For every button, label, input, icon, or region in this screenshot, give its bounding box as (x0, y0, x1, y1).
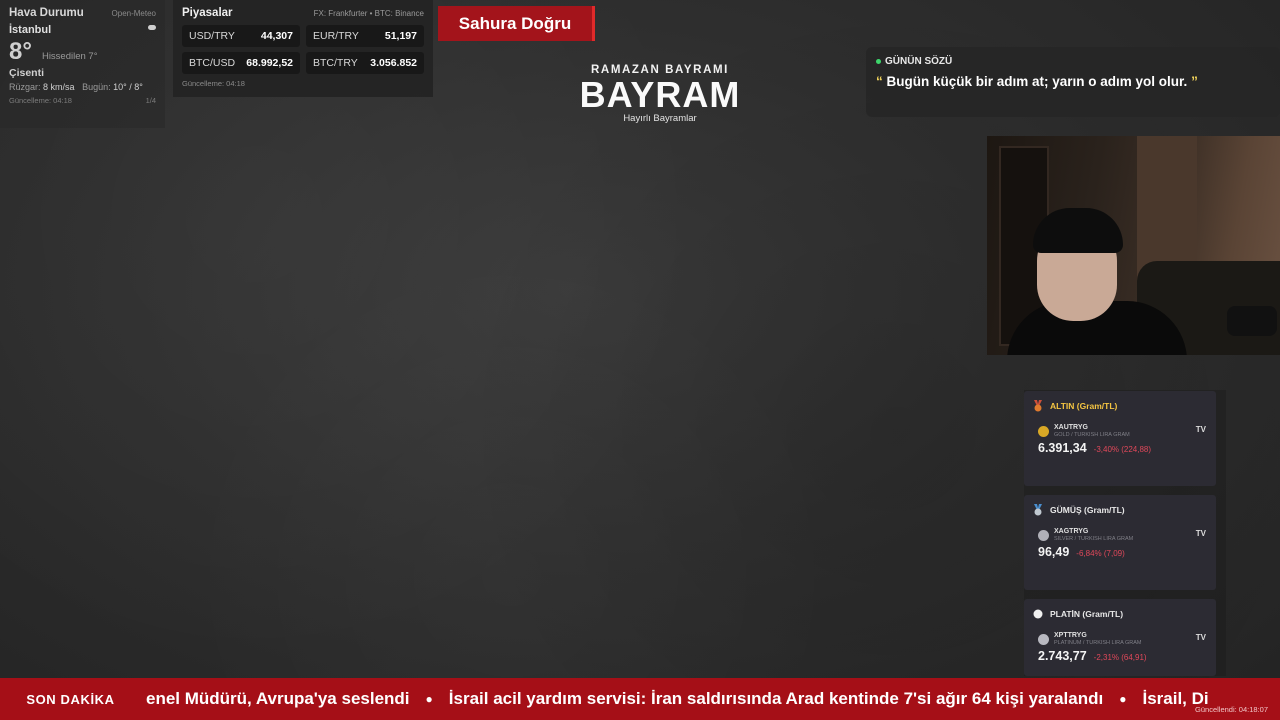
metal-change: -2,31% (64,91) (1093, 653, 1147, 662)
weather-title: Hava Durumu (9, 7, 84, 19)
medal-icon (1034, 504, 1042, 516)
quote-text-row: “ Bugün küçük bir adım at; yarın o adım … (876, 74, 1270, 89)
markets-source: FX: Frankfurter • BTC: Binance (313, 8, 424, 18)
weather-updated: Güncelleme: 04:18 (9, 96, 72, 105)
metal-card-silver[interactable]: GÜMÜŞ (Gram/TL) XAGTRYG SILVER / TURKISH… (1024, 495, 1216, 590)
platinum-coin-icon (1038, 633, 1049, 645)
metal-price: 6.391,34 (1038, 441, 1087, 455)
metal-title: PLATİN (Gram/TL) (1050, 609, 1124, 619)
market-value: 68.992,52 (246, 57, 293, 69)
ticker-updated: Güncellendi: 04:18:07 (1195, 705, 1268, 714)
weather-temperature: 8° (9, 38, 32, 65)
quote-open-mark: “ (876, 74, 883, 89)
metal-symbol: XAUTRYG (1054, 424, 1088, 431)
today-label: Bugün (82, 82, 109, 92)
metal-description: GOLD / TURKISH LIRA GRAM (1054, 432, 1130, 438)
quote-text: Bugün küçük bir adım at; yarın o adım yo… (886, 74, 1188, 89)
market-symbol: BTC/USD (189, 57, 236, 69)
weather-widget: Hava Durumu Open-Meteo İstanbul 8° Hisse… (0, 0, 165, 128)
metal-symbol: XPTTRYG (1054, 632, 1087, 639)
wind-label: Rüzgar (9, 82, 39, 92)
metal-price: 2.743,77 (1038, 649, 1087, 663)
metal-ticker-row: XAGTRYG SILVER / TURKISH LIRA GRAM (1033, 528, 1207, 542)
sahura-banner: Sahura Doğru (438, 6, 595, 41)
news-item: İsrail acil yardım servisi: İran saldırı… (448, 689, 1104, 708)
silver-coin-icon (1038, 529, 1049, 541)
news-scroll: enel Müdürü, Avrupa'ya seslendi ● İsrail… (146, 689, 1209, 709)
weather-source: Open-Meteo (111, 8, 156, 18)
weather-feels-like: Hissedilen 7° (41, 51, 98, 62)
market-symbol: BTC/TRY (313, 57, 358, 69)
market-eur-try: EUR/TRY 51,197 (306, 25, 424, 47)
market-symbol: USD/TRY (189, 30, 235, 42)
quote-label-row: GÜNÜN SÖZÜ (876, 56, 1270, 67)
gold-coin-icon (1038, 425, 1049, 437)
market-usd-try: USD/TRY 44,307 (182, 25, 300, 47)
market-btc-usd: BTC/USD 68.992,52 (182, 52, 300, 74)
webcam-person-cap (1033, 208, 1123, 253)
market-symbol: EUR/TRY (313, 30, 359, 42)
metal-description: PLATINUM / TURKISH LIRA GRAM (1054, 640, 1142, 646)
cloud-icon (148, 25, 156, 30)
market-value: 51,197 (384, 30, 417, 42)
weather-city: İstanbul (9, 24, 52, 36)
bullet-separator-icon: ● (1119, 692, 1127, 706)
metal-symbol: XAGTRYG (1054, 528, 1089, 535)
metal-card-gold[interactable]: ALTIN (Gram/TL) XAUTRYG GOLD / TURKISH L… (1024, 391, 1216, 486)
markets-title: Piyasalar (182, 7, 233, 19)
news-item: enel Müdürü, Avrupa'ya seslendi (146, 689, 410, 708)
metal-ticker-row: XPTTRYG PLATINUM / TURKISH LIRA GRAM (1033, 632, 1207, 646)
bullet-separator-icon: ● (425, 692, 433, 706)
tradingview-icon[interactable]: TV (1196, 425, 1206, 434)
tradingview-icon[interactable]: TV (1196, 633, 1206, 642)
metal-change: -3,40% (224,88) (1093, 445, 1152, 454)
markets-grid: USD/TRY 44,307 EUR/TRY 51,197 BTC/USD 68… (182, 25, 424, 74)
markets-widget: Piyasalar FX: Frankfurter • BTC: Binance… (173, 0, 433, 97)
metal-ticker-row: XAUTRYG GOLD / TURKISH LIRA GRAM (1033, 424, 1207, 438)
metal-description: SILVER / TURKISH LIRA GRAM (1054, 536, 1134, 542)
market-value: 44,307 (260, 30, 293, 42)
webcam-feed (987, 136, 1280, 355)
market-value: 3.056.852 (370, 57, 417, 69)
metal-title: ALTIN (Gram/TL) (1050, 401, 1118, 411)
weather-condition: Çisenti (9, 67, 45, 79)
quote-of-the-day: GÜNÜN SÖZÜ “ Bugün küçük bir adım at; ya… (866, 47, 1280, 117)
markets-updated: Güncelleme: 04:18 (182, 79, 245, 88)
market-btc-try: BTC/TRY 3.056.852 (306, 52, 424, 74)
live-dot-icon (876, 59, 881, 64)
bayram-heading: BAYRAM (579, 74, 741, 115)
weather-meta: Rüzgar: 8 km/sa Bugün: 10° / 8° (9, 82, 143, 92)
medal-icon (1034, 400, 1042, 412)
bayram-title-block: RAMAZAN BAYRAMI BAYRAM Hayırlı Bayramlar (560, 64, 760, 124)
quote-label: GÜNÜN SÖZÜ (885, 56, 953, 67)
metal-change: -6,84% (7,09) (1076, 549, 1125, 558)
metal-card-header: ALTIN (Gram/TL) (1033, 400, 1207, 412)
metal-card-header: GÜMÜŞ (Gram/TL) (1033, 504, 1207, 516)
tradingview-icon[interactable]: TV (1196, 529, 1206, 538)
breaking-news-label: SON DAKİKA (0, 678, 141, 720)
metal-title: GÜMÜŞ (Gram/TL) (1050, 505, 1125, 515)
microphone-icon (1227, 306, 1277, 336)
white-circle-icon (1033, 609, 1043, 619)
metal-price: 96,49 (1038, 545, 1070, 559)
wind-value: 8 km/sa (43, 82, 75, 92)
weather-page-indicator: 1/4 (145, 96, 156, 105)
quote-close-mark: ” (1191, 74, 1198, 89)
breaking-news-ticker: SON DAKİKA enel Müdürü, Avrupa'ya seslen… (0, 678, 1280, 720)
metal-card-header: PLATİN (Gram/TL) (1033, 608, 1207, 620)
today-value: 10° / 8° (113, 82, 143, 92)
metal-card-platinum[interactable]: PLATİN (Gram/TL) XPTTRYG PLATINUM / TURK… (1024, 599, 1216, 676)
